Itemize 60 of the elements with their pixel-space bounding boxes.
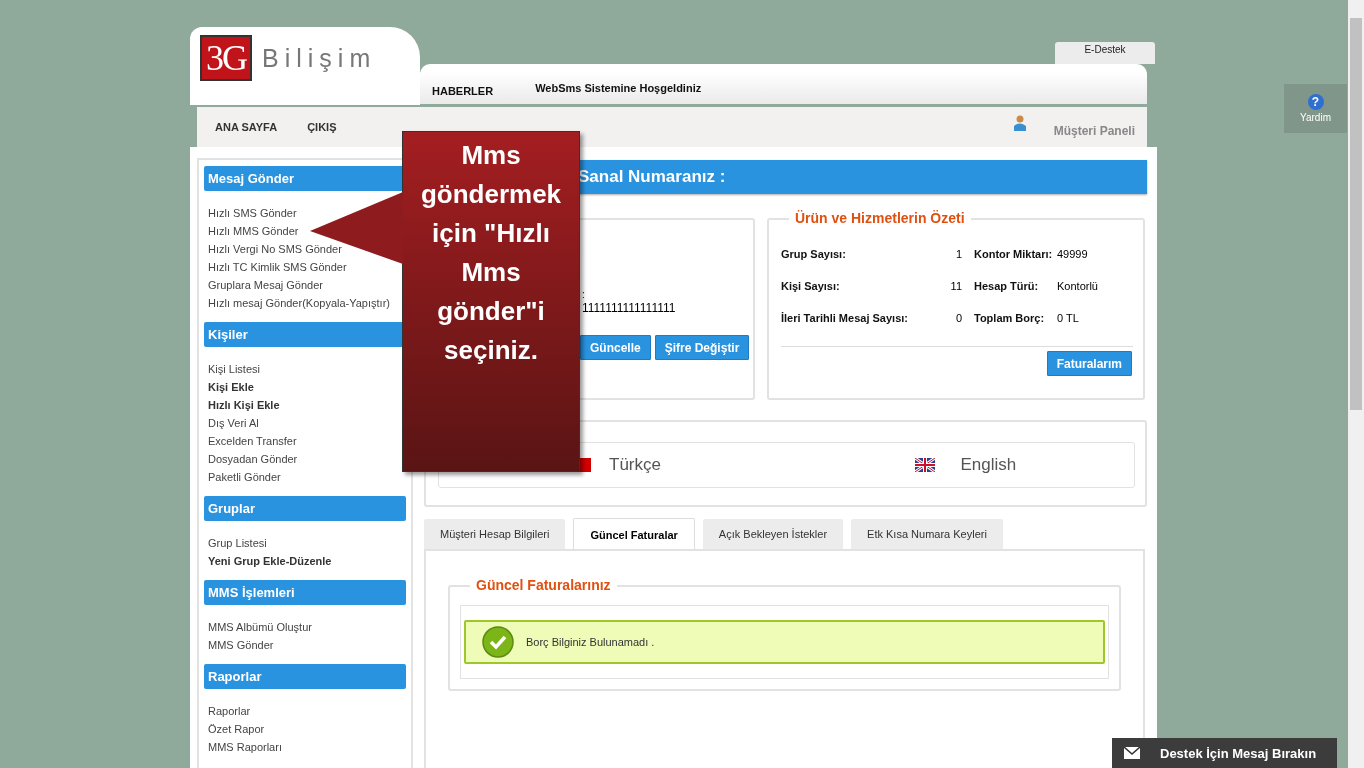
nav-link[interactable]: ÇIKIŞ <box>307 121 337 133</box>
help-button[interactable]: ? Yardim <box>1284 84 1347 133</box>
user-icon <box>1013 115 1026 131</box>
invoices-title: Güncel Faturalarınız <box>470 577 617 593</box>
news-label: HABERLER <box>432 84 494 97</box>
section-header: Gruplar <box>204 496 406 521</box>
section-header: MMS İşlemleri <box>204 580 406 605</box>
sidebar-link[interactable]: Hızlı mesaj Gönder(Kopyala-Yapıştır) <box>208 294 406 312</box>
summary-label: Kişi Sayısı: <box>781 280 841 292</box>
summary-label: Hesap Türü: <box>973 280 1040 292</box>
sidebar-link[interactable]: MMS Albümü Oluştur <box>208 618 406 636</box>
sidebar-link[interactable]: Kişi Ekle <box>208 378 406 396</box>
tab[interactable]: Açık Bekleyen İstekler <box>702 519 844 549</box>
summary-value: 0 <box>954 312 962 324</box>
nav-link[interactable]: ANA SAYFA <box>215 121 278 133</box>
news-text: WebSms Sistemine Hoşgeldiniz <box>535 82 702 94</box>
number-text: 1111111111111111 <box>582 300 677 316</box>
summary-value: 11 <box>949 280 962 292</box>
summary-value: 1 <box>954 248 962 260</box>
summary-value: Kontorlü <box>1057 280 1099 292</box>
logo-mark: 3G <box>200 35 252 81</box>
callout-text: Mms göndermek için "Hızlı Mms gönder"i seçiniz. <box>419 139 563 367</box>
sidebar-link[interactable]: Dosyadan Gönder <box>208 450 406 468</box>
sidebar-link[interactable]: Paketli Gönder <box>208 468 406 486</box>
tab[interactable]: Etk Kısa Numara Keyleri <box>851 519 1003 549</box>
sidebar-link[interactable]: Hızlı Kişi Ekle <box>208 396 406 414</box>
language-link[interactable]: Türkçe <box>609 455 661 475</box>
summary-label: Kontor Miktarı: <box>973 248 1054 260</box>
label-fragment: : <box>582 290 586 300</box>
summary-title: Ürün ve Hizmetlerin Özeti <box>789 210 971 226</box>
sidebar-link[interactable]: Raporlar <box>208 702 406 720</box>
sidebar-link[interactable]: MMS Raporları <box>208 738 406 756</box>
sidebar-link[interactable]: Grup Listesi <box>208 534 406 552</box>
summary-label: Toplam Borç: <box>973 312 1046 324</box>
sidebar-link[interactable]: Excelden Transfer <box>208 432 406 450</box>
message-text: Borç Bilginiz Bulunamadı . <box>526 636 655 648</box>
language-link[interactable]: English <box>960 455 1017 475</box>
sidebar-link[interactable]: Gruplara Mesaj Gönder <box>208 276 406 294</box>
tab[interactable]: Güncel Faturalar <box>573 518 695 549</box>
flag-icon <box>914 458 935 472</box>
scrollbar[interactable] <box>1348 0 1364 768</box>
summary-value: 49999 <box>1057 248 1089 260</box>
sidebar-link[interactable]: Dış Veri Al <box>208 414 406 432</box>
sidebar-link[interactable]: Özet Rapor <box>208 720 406 738</box>
sidebar-link[interactable]: MMS Gönder <box>208 636 406 654</box>
sidebar-link[interactable]: Yeni Grup Ekle-Düzenle <box>208 552 406 570</box>
sidebar-link[interactable]: Kişi Listesi <box>208 360 406 378</box>
sidebar-link[interactable]: Hızlı TC Kimlik SMS Gönder <box>208 258 406 276</box>
question-icon: ? <box>1307 94 1324 110</box>
e-destek-tab[interactable]: E-Destek <box>1055 42 1155 64</box>
check-icon <box>482 626 514 658</box>
logo-text: Bilişim <box>262 44 377 73</box>
summary-label: İleri Tarihli Mesaj Sayısı: <box>781 312 909 324</box>
envelope-icon <box>1124 747 1140 759</box>
summary-label: Grup Sayısı: <box>781 248 847 260</box>
summary-value: 0 TL <box>1057 312 1080 324</box>
support-bar[interactable]: Destek İçin Mesaj Bırakın <box>1112 738 1337 768</box>
tab[interactable]: Müşteri Hesap Bilgileri <box>424 519 566 549</box>
title-text: Sanal Numaranız : <box>578 167 726 187</box>
section-header: Raporlar <box>204 664 406 689</box>
